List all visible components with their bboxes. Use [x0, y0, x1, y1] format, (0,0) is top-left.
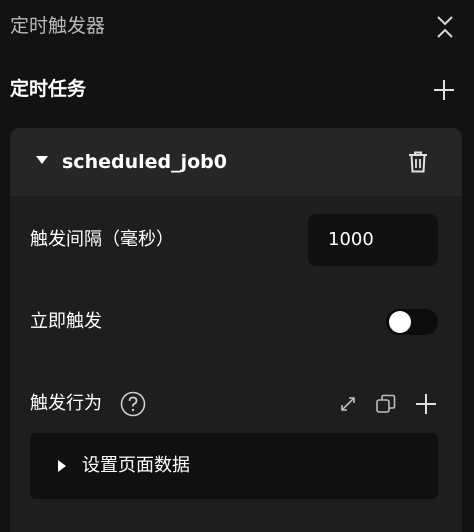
help-icon[interactable] — [120, 391, 146, 417]
copy-icon[interactable] — [374, 392, 398, 416]
timer-trigger-panel: 定时触发器 定时任务 scheduled_job0 触发间隔（毫秒） 1000 … — [0, 0, 474, 532]
collapsed-caret-icon[interactable] — [58, 460, 66, 472]
trigger-actions-label: 触发行为 — [30, 393, 102, 414]
action-item-set-page-data[interactable]: 设置页面数据 — [30, 433, 438, 499]
add-task-plus-icon[interactable] — [430, 76, 458, 104]
section-title: 定时任务 — [10, 78, 87, 100]
trash-icon[interactable] — [406, 150, 430, 174]
panel-header: 定时触发器 — [0, 0, 474, 52]
panel-title: 定时触发器 — [10, 15, 106, 37]
immediate-trigger-label: 立即触发 — [30, 311, 102, 332]
add-action-plus-icon[interactable] — [414, 392, 438, 416]
immediate-trigger-toggle[interactable] — [386, 309, 438, 335]
interval-label: 触发间隔（毫秒） — [30, 229, 174, 250]
job-header[interactable]: scheduled_job0 — [10, 128, 462, 196]
interval-input[interactable]: 1000 — [308, 214, 438, 266]
scheduled-tasks-section: 定时任务 — [0, 70, 474, 110]
expand-arrows-icon[interactable] — [336, 392, 360, 416]
job-name: scheduled_job0 — [62, 151, 227, 173]
job-card: scheduled_job0 触发间隔（毫秒） 1000 立即触发 触发行为 设… — [10, 128, 462, 532]
action-item-label: 设置页面数据 — [82, 455, 190, 476]
toggle-knob — [389, 311, 411, 333]
collapse-icon[interactable] — [430, 12, 460, 42]
expand-caret-icon[interactable] — [36, 156, 48, 164]
